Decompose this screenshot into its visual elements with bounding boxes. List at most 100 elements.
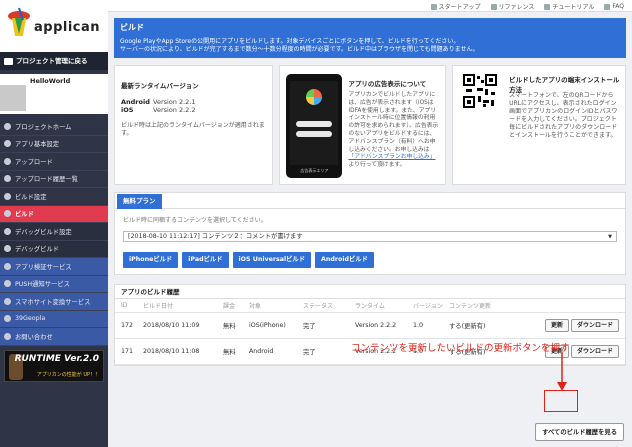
download-button[interactable]: ダウンロード (570, 344, 619, 358)
ios-universal-build-button[interactable]: iOS Universalビルド (232, 252, 312, 268)
nav-faq-label: FAQ (612, 3, 624, 10)
menu-icon (4, 262, 11, 270)
cell-id: 172 (115, 312, 137, 339)
runtime-heading: 最新ランタイムバージョン (121, 82, 199, 90)
install-heading: ビルドしたアプリの端末インストール方法 (509, 76, 620, 94)
sidebar-item-label: ビルド (15, 211, 34, 219)
runtime-version: Version 2.2.2 (153, 106, 196, 114)
sidebar-item-label: PUSH通知サービス (15, 281, 70, 289)
phone-button (296, 131, 333, 137)
cell-date: 2018/08/10 11:08 (137, 338, 217, 365)
cell-actions: 更新 ダウンロード (513, 312, 625, 339)
phone-button (296, 121, 333, 127)
qr-code-icon (463, 74, 498, 108)
cell-fee: 無料 (217, 338, 243, 365)
page-desc-line-1: Google PlayやApp Storeの公開用にアプリをビルドします。対象デ… (120, 38, 460, 45)
sidebar-item-label: ビルド設定 (15, 193, 47, 201)
runtime-note: ビルド時は上記のランタイムバージョンが適用されます。 (121, 122, 265, 137)
sidebar-item-label: アプリ検証サービス (15, 263, 72, 271)
table-header-row: ID ビルド日付 課金 対象 ステータス ランタイム バージョン コンテンツ更新 (115, 299, 625, 313)
back-to-projects-button[interactable]: プロジェクト管理に戻る (0, 52, 108, 70)
col-id: ID (115, 299, 137, 313)
col-runtime: ランタイム (349, 299, 407, 313)
menu-icon (4, 122, 11, 130)
content-select[interactable]: [2018-08-10 11:12:17] コンテンツ２：コメントが書けます ▼ (123, 231, 617, 242)
info-cards: 最新ランタイムバージョン Android Version 2.2.1 iOS Ver… (114, 65, 626, 185)
runtime-banner[interactable]: RUNTIME Ver.2.0 アプリカンの性能が UP！！ (4, 350, 104, 382)
app-logo-icon (306, 89, 323, 105)
sidebar-item-8[interactable]: アプリ検証サービス (0, 258, 108, 276)
menu-icon (4, 245, 11, 253)
tab-free-plan[interactable]: 無料プラン (117, 194, 162, 209)
sidebar-item-10[interactable]: スマホサイト変換サービス (0, 293, 108, 311)
sidebar-item-0[interactable]: プロジェクトホーム (0, 118, 108, 136)
ad-body: アプリカンでビルドしたアプリには、広告が表示されます（iOSはIDFAを使用しま… (348, 92, 439, 170)
sidebar-item-9[interactable]: PUSH通知サービス (0, 275, 108, 293)
startup-icon (430, 3, 437, 10)
iphone-build-button[interactable]: iPhoneビルド (123, 252, 179, 268)
nav-tutorial[interactable]: チュートリアル (544, 2, 594, 11)
menu-icon (4, 297, 11, 305)
cell-target: Android (243, 338, 297, 365)
sidebar-item-2[interactable]: アップロード (0, 153, 108, 171)
banner-subtitle: アプリカンの性能が UP！！ (36, 372, 100, 378)
cell-version: 1.0 (407, 312, 443, 339)
content-hint: ビルド時に同梱するコンテンツを選択してください。 (123, 217, 267, 224)
cell-status: 完了 (297, 338, 349, 365)
page-description: Google PlayやApp Storeの公開用にアプリをビルドします。対象デ… (114, 38, 626, 58)
view-all-builds-button[interactable]: すべてのビルド履歴を見る (535, 423, 624, 441)
col-actions (513, 299, 625, 313)
sidebar-item-label: アップロード (15, 158, 53, 166)
cell-fee: 無料 (217, 312, 243, 339)
ad-card: 広告表示エリア アプリの広告表示について アプリカンでビルドしたアプリには、広告… (279, 65, 447, 185)
runtime-card: 最新ランタイムバージョン Android Version 2.2.1 iOS Ver… (114, 65, 274, 185)
nav-startup[interactable]: スタートアップ (430, 2, 481, 11)
ipad-build-button[interactable]: iPadビルド (182, 252, 229, 268)
ad-text: アプリカンでビルドしたアプリには、広告が表示されます（iOSはIDFAを使用しま… (348, 92, 439, 170)
sidebar-item-label: プロジェクトホーム (15, 123, 72, 131)
sidebar-item-1[interactable]: アプリ基本設定 (0, 136, 108, 153)
sidebar-item-label: 39Geopla (15, 315, 46, 323)
android-build-button[interactable]: Androidビルド (315, 252, 374, 268)
phone-screen (290, 81, 339, 165)
sidebar-item-3[interactable]: アップロード履歴一覧 (0, 171, 108, 188)
runtime-os: iOS (121, 106, 134, 114)
applican-logo-icon (8, 7, 30, 36)
col-content-update: コンテンツ更新 (443, 299, 513, 313)
folder-icon (4, 57, 13, 65)
banner-title: RUNTIME Ver.2.0 (14, 354, 99, 364)
menu-icon (4, 210, 11, 218)
menu-icon (4, 175, 11, 183)
nav-reference[interactable]: リファレンス (490, 2, 534, 11)
build-buttons: iPhoneビルド iPadビルド iOS Universalビルド Andro… (123, 252, 617, 268)
sidebar-item-12[interactable]: お問い合わせ (0, 328, 108, 346)
sidebar-item-11[interactable]: 39Geopla (0, 310, 108, 328)
col-fee: 課金 (217, 299, 243, 313)
cell-date: 2018/08/10 11:09 (137, 312, 217, 339)
sidebar-item-6[interactable]: デバッグビルド設定 (0, 223, 108, 241)
ad-body-text: アプリカンでビルドしたアプリには、広告が表示されます（iOSはIDFAを使用しま… (348, 92, 439, 153)
sidebar-item-7[interactable]: デバッグビルド (0, 240, 108, 258)
logo-area[interactable]: applican (0, 0, 108, 52)
plan-panel: 無料プラン ビルド時に同梱するコンテンツを選択してください。 [2018-08-… (114, 192, 626, 275)
update-button[interactable]: 更新 (544, 318, 569, 332)
logo-text: applican (34, 20, 101, 35)
nav-faq[interactable]: FAQ (604, 2, 624, 11)
advance-plan-link[interactable]: 「アドバンスプランお申し込み」 (348, 154, 435, 160)
sidebar-item-4[interactable]: ビルド設定 (0, 188, 108, 206)
content-select-value: [2018-08-10 11:12:17] コンテンツ２：コメントが書けます (128, 233, 303, 240)
project-thumbnail (0, 85, 26, 111)
cell-status: 完了 (297, 312, 349, 339)
menu-icon (4, 280, 11, 288)
download-button[interactable]: ダウンロード (570, 318, 619, 332)
page-title: ビルド (114, 18, 626, 38)
project-card[interactable]: HelloWorld (0, 74, 108, 114)
runtime-row-android: Android Version 2.2.1 (121, 98, 266, 106)
table-row: 172 2018/08/10 11:09 無料 iOS(iPhone) 完了 V… (115, 312, 625, 339)
col-status: ステータス (297, 299, 349, 313)
sidebar-item-label: お問い合わせ (15, 333, 53, 341)
install-text: スマートフォンで、左のQRコードからURLにアクセスし、表示されたログイン画面で… (509, 92, 619, 140)
menu-icon (4, 192, 11, 200)
chevron-down-icon: ▼ (608, 234, 612, 240)
sidebar-item-5[interactable]: ビルド (0, 205, 108, 223)
